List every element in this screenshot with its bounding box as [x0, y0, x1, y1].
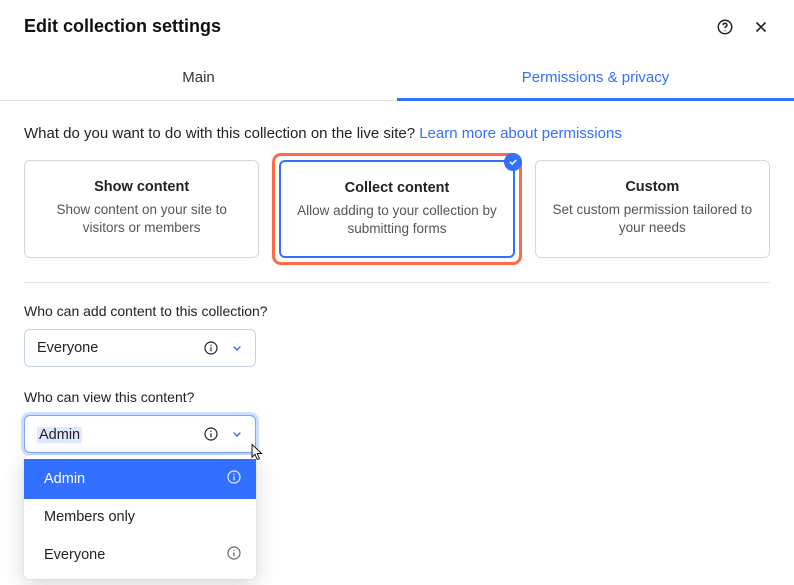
- card-desc: Set custom permission tailored to your n…: [550, 201, 755, 237]
- close-icon[interactable]: [752, 18, 770, 36]
- card-desc: Allow adding to your collection by submi…: [295, 202, 498, 238]
- tab-permissions-label: Permissions & privacy: [522, 69, 670, 86]
- tab-main[interactable]: Main: [0, 55, 397, 100]
- view-content-select[interactable]: Admin: [24, 415, 256, 453]
- check-icon: [504, 153, 522, 171]
- info-icon[interactable]: [226, 469, 242, 489]
- tab-main-label: Main: [182, 69, 215, 86]
- option-label: Admin: [44, 471, 226, 487]
- card-title: Collect content: [295, 180, 498, 196]
- view-content-dropdown: Admin Members only Everyone: [24, 455, 256, 579]
- dropdown-option-admin[interactable]: Admin: [24, 459, 256, 499]
- option-label: Everyone: [44, 547, 226, 563]
- info-icon[interactable]: [203, 340, 219, 356]
- dropdown-option-everyone[interactable]: Everyone: [24, 535, 256, 575]
- info-icon[interactable]: [226, 545, 242, 565]
- card-title: Custom: [550, 179, 755, 195]
- help-icon[interactable]: [716, 18, 734, 36]
- card-collect-content[interactable]: Collect content Allow adding to your col…: [279, 160, 514, 258]
- card-show-content[interactable]: Show content Show content on your site t…: [24, 160, 259, 258]
- add-content-value: Everyone: [37, 340, 203, 356]
- info-icon[interactable]: [203, 426, 219, 442]
- dialog-title: Edit collection settings: [24, 16, 221, 37]
- option-label: Members only: [44, 509, 242, 525]
- chevron-down-icon: [229, 340, 245, 356]
- learn-more-link[interactable]: Learn more about permissions: [419, 125, 622, 142]
- add-content-label: Who can add content to this collection?: [24, 303, 770, 319]
- view-content-label: Who can view this content?: [24, 389, 770, 405]
- tab-permissions[interactable]: Permissions & privacy: [397, 55, 794, 100]
- view-content-value: Admin: [37, 427, 82, 443]
- card-title: Show content: [39, 179, 244, 195]
- card-desc: Show content on your site to visitors or…: [39, 201, 244, 237]
- chevron-down-icon: [229, 426, 245, 442]
- prompt-text: What do you want to do with this collect…: [24, 125, 419, 142]
- dropdown-option-members[interactable]: Members only: [24, 499, 256, 535]
- add-content-select[interactable]: Everyone: [24, 329, 256, 367]
- card-custom[interactable]: Custom Set custom permission tailored to…: [535, 160, 770, 258]
